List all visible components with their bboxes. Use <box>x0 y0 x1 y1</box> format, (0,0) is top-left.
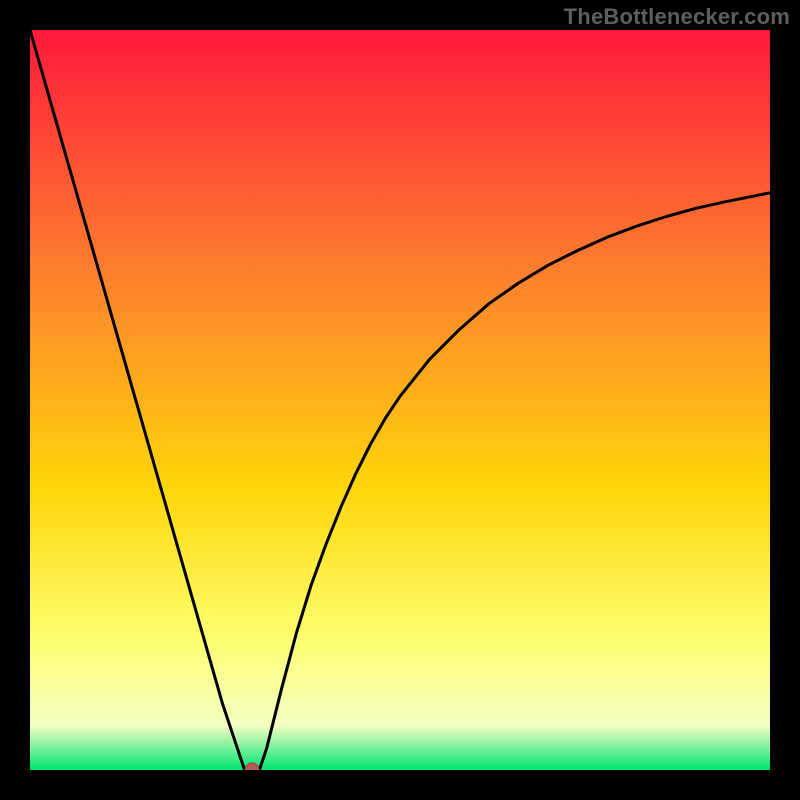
chart-frame: TheBottlenecker.com <box>0 0 800 800</box>
watermark-text: TheBottlenecker.com <box>564 4 790 30</box>
gradient-background <box>30 30 770 770</box>
plot-area <box>30 30 770 770</box>
bottleneck-curve-chart <box>30 30 770 770</box>
